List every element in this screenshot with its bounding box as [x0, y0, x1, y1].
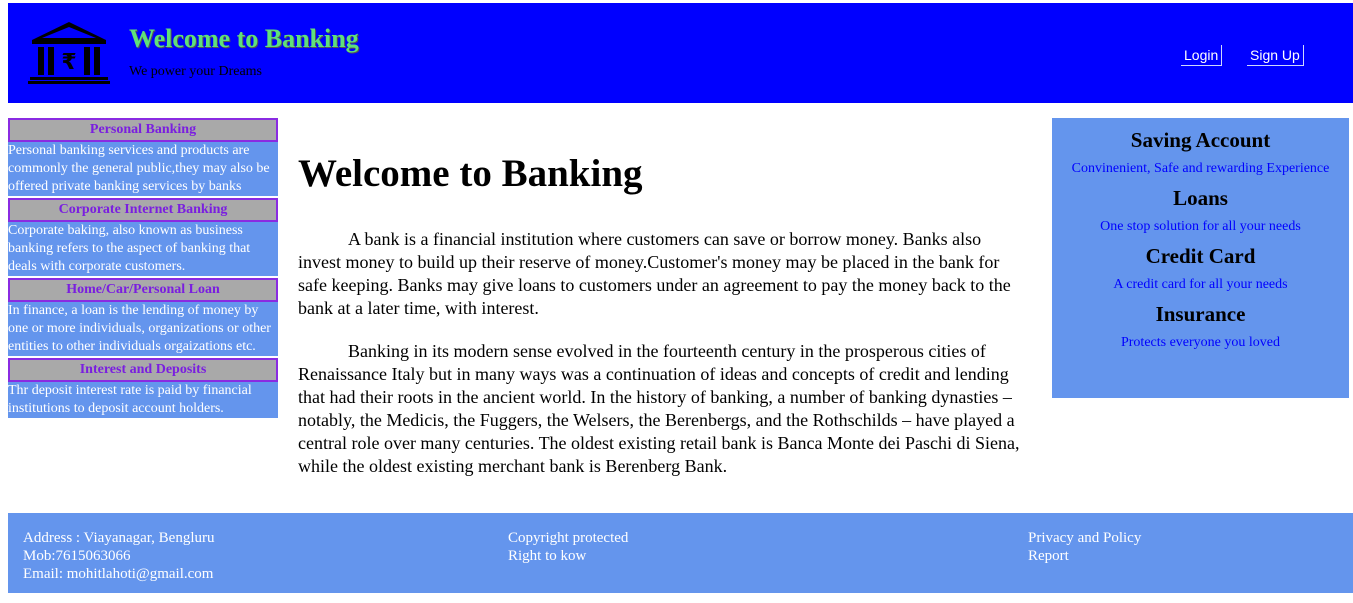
svg-text:₹: ₹ — [61, 50, 76, 75]
sidebar-item-description: Thr deposit interest rate is paid by fin… — [8, 382, 278, 418]
service-description[interactable]: One stop solution for all your needs — [1052, 218, 1349, 236]
site-header: ₹ Welcome to Banking We power your Dream… — [8, 3, 1353, 103]
service-heading-loans: Loans — [1173, 186, 1228, 210]
history-paragraph: Banking in its modern sense evolved in t… — [298, 341, 1020, 476]
service-description[interactable]: Convinenient, Safe and rewarding Experie… — [1052, 160, 1349, 178]
footer-links: Privacy and Policy Report — [1028, 529, 1141, 565]
footer-contact: Address : Viayanagar, Bengluru Mob:76150… — [23, 529, 215, 583]
service-description[interactable]: A credit card for all your needs — [1052, 276, 1349, 294]
services-panel: Saving Account Convinenient, Safe and re… — [1052, 118, 1349, 398]
service-heading-insurance: Insurance — [1155, 302, 1246, 326]
sidebar-item-description: In finance, a loan is the lending of mon… — [8, 302, 278, 356]
footer-copyright: Copyright protected — [508, 530, 629, 546]
main-content: Welcome to Banking A bank is a financial… — [298, 150, 1020, 498]
footer-mobile: Mob:7615063066 — [23, 548, 131, 564]
service-heading-credit-card: Credit Card — [1145, 244, 1256, 268]
sidebar: Personal Banking Personal banking servic… — [8, 118, 278, 420]
footer-legal: Copyright protected Right to kow — [508, 529, 628, 565]
site-title: Welcome to Banking — [129, 24, 359, 53]
sidebar-item-description: Personal banking services and products a… — [8, 142, 278, 196]
site-footer: Address : Viayanagar, Bengluru Mob:76150… — [8, 513, 1353, 593]
login-button[interactable]: Login — [1181, 45, 1223, 66]
signup-button[interactable]: Sign Up — [1247, 45, 1304, 66]
intro-paragraph: A bank is a financial institution where … — [298, 229, 1011, 318]
footer-address: Address : Viayanagar, Bengluru — [23, 530, 215, 546]
sidebar-item-loans[interactable]: Home/Car/Personal Loan — [8, 278, 278, 302]
sidebar-item-interest-deposits[interactable]: Interest and Deposits — [8, 358, 278, 382]
site-tagline: We power your Dreams — [129, 64, 262, 79]
sidebar-item-personal-banking[interactable]: Personal Banking — [8, 118, 278, 142]
bank-logo-icon: ₹ — [28, 21, 110, 85]
page-title: Welcome to Banking — [298, 152, 643, 195]
footer-right-to-know-link[interactable]: Right to kow — [508, 547, 628, 565]
footer-email[interactable]: Email: mohitlahoti@gmail.com — [23, 565, 215, 583]
sidebar-item-description: Corporate baking, also known as business… — [8, 222, 278, 276]
service-description[interactable]: Protects everyone you loved — [1052, 334, 1349, 352]
footer-privacy-link[interactable]: Privacy and Policy — [1028, 529, 1141, 547]
service-heading-saving-account: Saving Account — [1130, 128, 1271, 152]
footer-report-link[interactable]: Report — [1028, 547, 1141, 565]
sidebar-item-corporate-banking[interactable]: Corporate Internet Banking — [8, 198, 278, 222]
